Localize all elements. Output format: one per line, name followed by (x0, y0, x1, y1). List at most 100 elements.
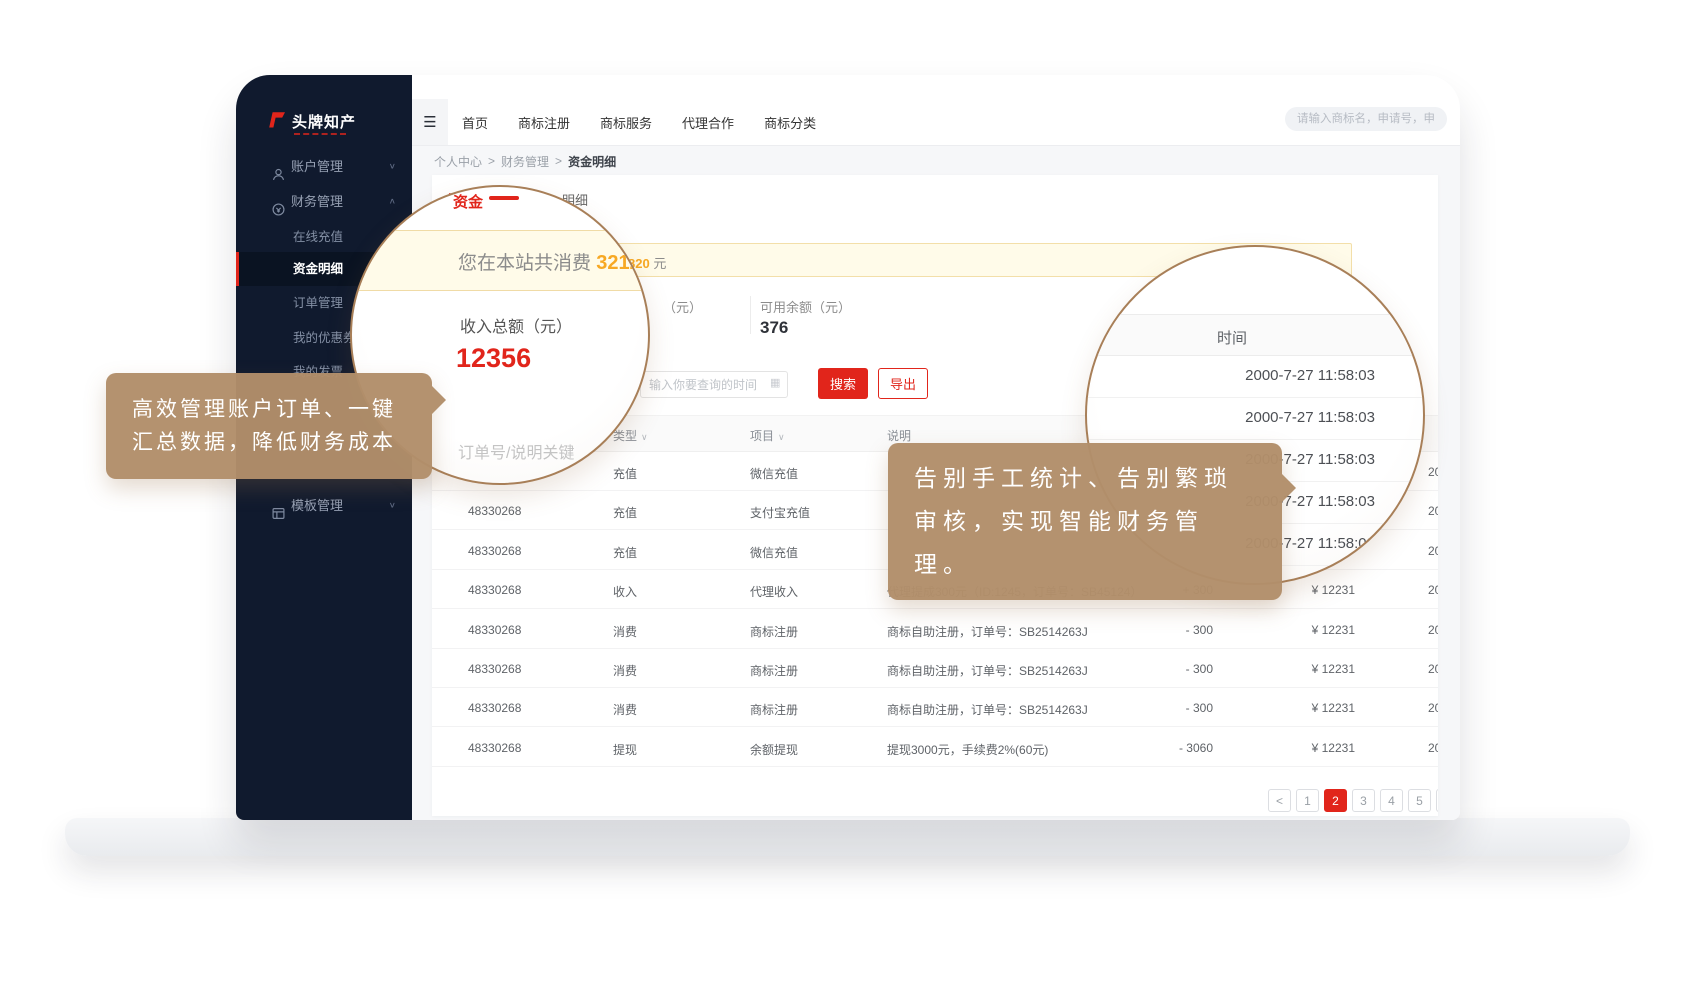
breadcrumb-current: 资金明细 (568, 153, 616, 170)
callout-line: 告别手工统计、告别繁琐 (914, 457, 1256, 500)
cell-order: 48330268 (468, 583, 521, 597)
cell-time: 2000-7-27 11:58:03 (1428, 504, 1438, 518)
magnified-keyword-placeholder: 订单号/说明关键 (458, 439, 574, 463)
col-header-type[interactable]: 类型∨ (613, 427, 648, 444)
nav-item-1[interactable]: 商标注册 (518, 113, 570, 132)
pagination-page-partial[interactable] (1436, 789, 1438, 812)
pagination: <12345 (1268, 789, 1438, 812)
nav-item-3[interactable]: 代理合作 (682, 113, 734, 132)
brand-logo-icon (266, 109, 286, 134)
breadcrumb: 个人中心 > 财务管理 > 资金明细 (412, 145, 1460, 176)
callout-line: 汇总数据，降低财务成本 (132, 426, 406, 459)
callout-left: 高效管理账户订单、一键汇总数据，降低财务成本 (106, 373, 432, 479)
income-total-value: 12356 (456, 343, 531, 374)
cell-type: 消费 (613, 662, 637, 679)
cell-desc: 提现3000元，手续费2%(60元) (887, 741, 1048, 758)
cell-order: 48330268 (468, 544, 521, 558)
cell-type: 提现 (613, 741, 637, 758)
nav-item-4[interactable]: 商标分类 (764, 113, 816, 132)
cell-project: 商标注册 (750, 623, 798, 640)
cell-balance: ¥ 12231 (1312, 623, 1355, 637)
chevron-down-icon: ∨ (389, 153, 396, 180)
table-row[interactable]: 48330268消费商标注册商标自助注册，订单号：SB2514263J- 300… (432, 610, 1438, 649)
pagination-page-1[interactable]: 1 (1296, 789, 1319, 812)
magnified-time-row: 2000-7-27 11:58:03 (1087, 356, 1423, 398)
calendar-icon[interactable]: ▦ (770, 376, 780, 389)
brand-logo[interactable]: 头牌知产 (266, 109, 356, 134)
sidebar-item-label: 账户管理 (291, 150, 343, 184)
cell-balance: ¥ 12231 (1312, 662, 1355, 676)
hamburger-button[interactable]: ☰ (412, 99, 448, 145)
cell-amount: - 300 (1186, 623, 1213, 637)
page: 头牌知产 账户管理∨财务管理∧在线充值资金明细订单管理我的优惠券我的发票模板管理… (0, 0, 1696, 1002)
pagination-page-4[interactable]: 4 (1380, 789, 1403, 812)
cell-desc: 商标自助注册，订单号：SB2514263J (887, 662, 1088, 679)
breadcrumb-item[interactable]: 财务管理 (501, 153, 549, 170)
cell-project: 微信充值 (750, 465, 798, 482)
table-row[interactable]: 48330268提现余额提现提现3000元，手续费2%(60元)- 3060¥ … (432, 728, 1438, 767)
col-header-project[interactable]: 项目∨ (750, 427, 785, 444)
cell-amount: - 300 (1186, 662, 1213, 676)
time-value: 2000-7-27 11:58:03 (1245, 367, 1375, 384)
laptop-base (65, 818, 1630, 856)
breadcrumb-separator: > (488, 154, 495, 168)
sort-chevron-icon: ∨ (641, 432, 648, 442)
magnified-time-header: 时间 (1087, 314, 1423, 356)
cell-time: 2000-7-27 11:58:03 (1428, 465, 1438, 479)
callout-line: 理。 (914, 543, 1256, 586)
cell-time: 2000-7-27 11:58:03 (1428, 701, 1438, 715)
cell-time: 2000-7-27 11:58:03 (1428, 662, 1438, 676)
sidebar-item-label: 订单管理 (293, 286, 343, 320)
nav-item-2[interactable]: 商标服务 (600, 113, 652, 132)
magnified-tab-underline (489, 196, 519, 200)
sidebar-item-7[interactable]: 模板管理∨ (236, 489, 412, 523)
export-button[interactable]: 导出 (878, 368, 928, 399)
stat-label-partial: （元） (663, 297, 702, 316)
pagination-prev-button[interactable]: < (1268, 789, 1291, 812)
stat-divider (750, 296, 751, 334)
table-row[interactable]: 48330268消费商标注册商标自助注册，订单号：SB2514263J- 300… (432, 649, 1438, 688)
cell-project: 微信充值 (750, 544, 798, 561)
pagination-page-5[interactable]: 5 (1408, 789, 1431, 812)
hamburger-icon: ☰ (423, 113, 436, 131)
pagination-page-2[interactable]: 2 (1324, 789, 1347, 812)
cell-amount: - 300 (1186, 701, 1213, 715)
sort-chevron-icon: ∨ (778, 432, 785, 442)
cell-balance: ¥ 12231 (1312, 701, 1355, 715)
balance-value: 376 (760, 318, 788, 338)
sidebar-item-0[interactable]: 账户管理 ∨ (236, 150, 412, 184)
time-query-input[interactable] (640, 371, 788, 398)
cell-time: 2000-7-27 11:58:03 (1428, 623, 1438, 637)
pagination-page-3[interactable]: 3 (1352, 789, 1375, 812)
cell-time: 2000-7-27 11:58:03 (1428, 583, 1438, 597)
table-row[interactable]: 48330268消费商标注册商标自助注册，订单号：SB2514263J- 300… (432, 688, 1438, 727)
cell-project: 商标注册 (750, 662, 798, 679)
nav-item-0[interactable]: 首页 (462, 113, 488, 132)
callout-line: 高效管理账户订单、一键 (132, 393, 406, 426)
sidebar-item-1[interactable]: 财务管理∧ (236, 185, 412, 219)
brand-caption (294, 133, 346, 135)
search-button[interactable]: 搜索 (818, 368, 868, 399)
sidebar-item-label: 我的优惠券 (293, 321, 356, 355)
cell-order: 48330268 (468, 741, 521, 755)
callout-line: 审核，实现智能财务管 (914, 500, 1256, 543)
user-icon (272, 160, 285, 173)
cell-order: 48330268 (468, 623, 521, 637)
search-input[interactable] (1285, 107, 1447, 131)
magnified-tab-partial: 资金 (453, 191, 483, 212)
sidebar-item-label: 在线充值 (293, 220, 343, 254)
magnified-banner-text: 您在本站共消费 32124 (458, 248, 650, 275)
breadcrumb-separator: > (555, 154, 562, 168)
cell-balance: ¥ 12231 (1312, 741, 1355, 755)
sidebar-item-label: 资金明细 (293, 252, 343, 286)
brand-name: 头牌知产 (292, 111, 356, 132)
cell-type: 消费 (613, 701, 637, 718)
cell-order: 48330268 (468, 504, 521, 518)
cell-type: 收入 (613, 583, 637, 600)
cell-amount: - 3060 (1179, 741, 1213, 755)
magnified-time-row: 2000-7-27 11:58:03 (1087, 398, 1423, 440)
cell-project: 商标注册 (750, 701, 798, 718)
finance-icon (272, 195, 285, 208)
time-column-label: 时间 (1217, 327, 1247, 348)
breadcrumb-item[interactable]: 个人中心 (434, 153, 482, 170)
